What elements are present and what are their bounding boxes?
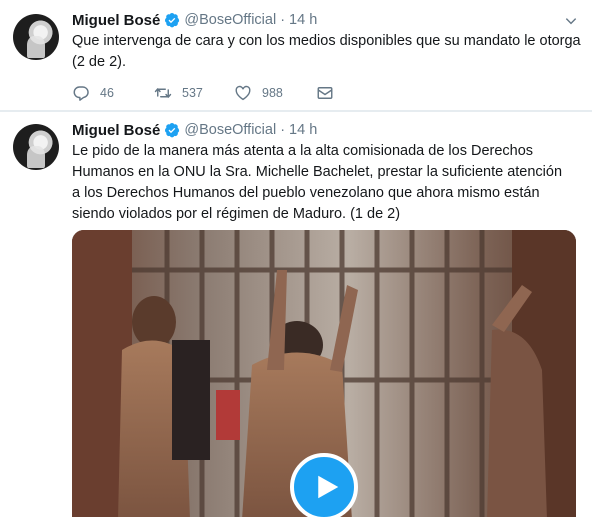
tweet-header: Miguel Bosé @BoseOfficial · 14 h bbox=[72, 120, 317, 140]
tweet-text: Le pido de la manera más atenta a la alt… bbox=[72, 143, 563, 222]
like-button[interactable]: 988 bbox=[234, 84, 316, 102]
chevron-down-icon[interactable] bbox=[564, 14, 578, 28]
user-handle[interactable]: @BoseOfficial bbox=[184, 12, 276, 28]
video-player[interactable] bbox=[72, 230, 576, 517]
avatar[interactable] bbox=[13, 14, 59, 60]
verified-badge-icon bbox=[165, 13, 180, 28]
direct-message-button[interactable] bbox=[316, 84, 334, 102]
user-handle[interactable]: @BoseOfficial bbox=[184, 122, 276, 138]
reply-count: 46 bbox=[100, 86, 114, 100]
reply-button[interactable]: 46 bbox=[72, 84, 154, 102]
reply-icon bbox=[73, 86, 89, 101]
timestamp[interactable]: 14 h bbox=[289, 12, 317, 28]
retweet-count: 537 bbox=[182, 86, 203, 100]
avatar[interactable] bbox=[13, 124, 59, 170]
separator-dot: · bbox=[280, 122, 286, 138]
separator-dot: · bbox=[280, 12, 286, 28]
play-icon bbox=[317, 475, 338, 499]
tweet[interactable]: Miguel Bosé @BoseOfficial · 14 h Le pido… bbox=[0, 112, 600, 517]
play-button[interactable] bbox=[290, 453, 358, 517]
tweet-header: Miguel Bosé @BoseOfficial · 14 h bbox=[72, 10, 317, 30]
tweet-actions: 46 537 988 bbox=[72, 82, 334, 104]
tweet-text: Que intervenga de cara y con los medios … bbox=[72, 33, 581, 70]
retweet-icon bbox=[154, 88, 172, 98]
like-count: 988 bbox=[262, 86, 283, 100]
direct-message-icon bbox=[317, 87, 333, 99]
display-name[interactable]: Miguel Bosé bbox=[72, 122, 160, 139]
timestamp[interactable]: 14 h bbox=[289, 122, 317, 138]
heart-icon bbox=[235, 85, 251, 101]
tweet[interactable]: Miguel Bosé @BoseOfficial · 14 h Que int… bbox=[0, 0, 600, 112]
retweet-button[interactable]: 537 bbox=[154, 84, 234, 102]
display-name[interactable]: Miguel Bosé bbox=[72, 12, 160, 29]
verified-badge-icon bbox=[165, 123, 180, 138]
